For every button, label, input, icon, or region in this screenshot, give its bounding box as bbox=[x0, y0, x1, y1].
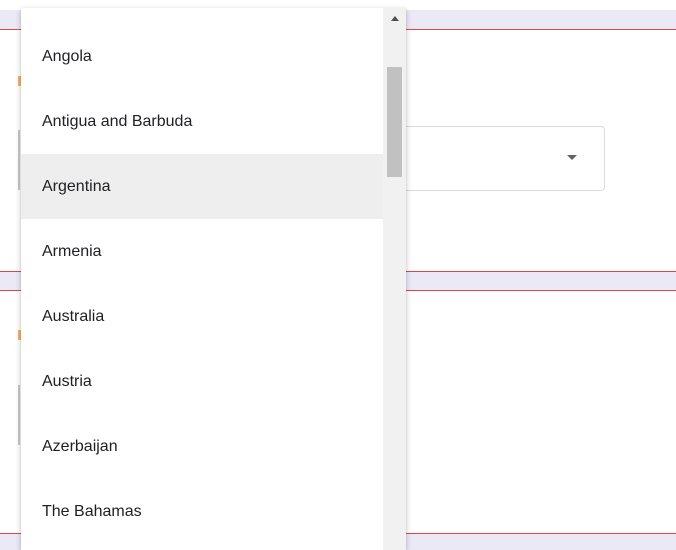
option-label: Armenia bbox=[42, 242, 102, 260]
chevron-up-icon bbox=[391, 16, 399, 21]
field-edge bbox=[18, 385, 20, 445]
option-label: Antigua and Barbuda bbox=[42, 112, 193, 130]
dropdown-option-armenia[interactable]: Armenia bbox=[21, 219, 383, 284]
option-label: Argentina bbox=[42, 177, 111, 195]
country-dropdown-list[interactable]: Angola Antigua and Barbuda Argentina Arm… bbox=[21, 8, 406, 550]
scroll-up-button[interactable] bbox=[383, 8, 406, 25]
dropdown-option-angola[interactable]: Angola bbox=[21, 24, 383, 89]
dropdown-option-azerbaijan[interactable]: Azerbaijan bbox=[21, 414, 383, 479]
dropdown-option-the-bahamas[interactable]: The Bahamas bbox=[21, 479, 383, 544]
dropdown-option-australia[interactable]: Australia bbox=[21, 284, 383, 349]
dropdown-option-austria[interactable]: Austria bbox=[21, 349, 383, 414]
dropdown-option-antigua-and-barbuda[interactable]: Antigua and Barbuda bbox=[21, 89, 383, 154]
country-select[interactable] bbox=[392, 126, 605, 191]
option-label: Australia bbox=[42, 307, 105, 325]
dropdown-options: Angola Antigua and Barbuda Argentina Arm… bbox=[21, 8, 383, 550]
field-edge bbox=[18, 130, 20, 190]
option-label: Austria bbox=[42, 372, 92, 390]
form-page: Angola Antigua and Barbuda Argentina Arm… bbox=[0, 0, 676, 550]
scrollbar-thumb[interactable] bbox=[387, 67, 402, 177]
caret-down-icon[interactable] bbox=[567, 155, 577, 160]
dropdown-option-argentina[interactable]: Argentina bbox=[21, 154, 383, 219]
option-label: Angola bbox=[42, 47, 92, 65]
option-label: Azerbaijan bbox=[42, 437, 118, 455]
option-label: The Bahamas bbox=[42, 502, 142, 520]
dropdown-scrollbar[interactable] bbox=[383, 8, 406, 550]
